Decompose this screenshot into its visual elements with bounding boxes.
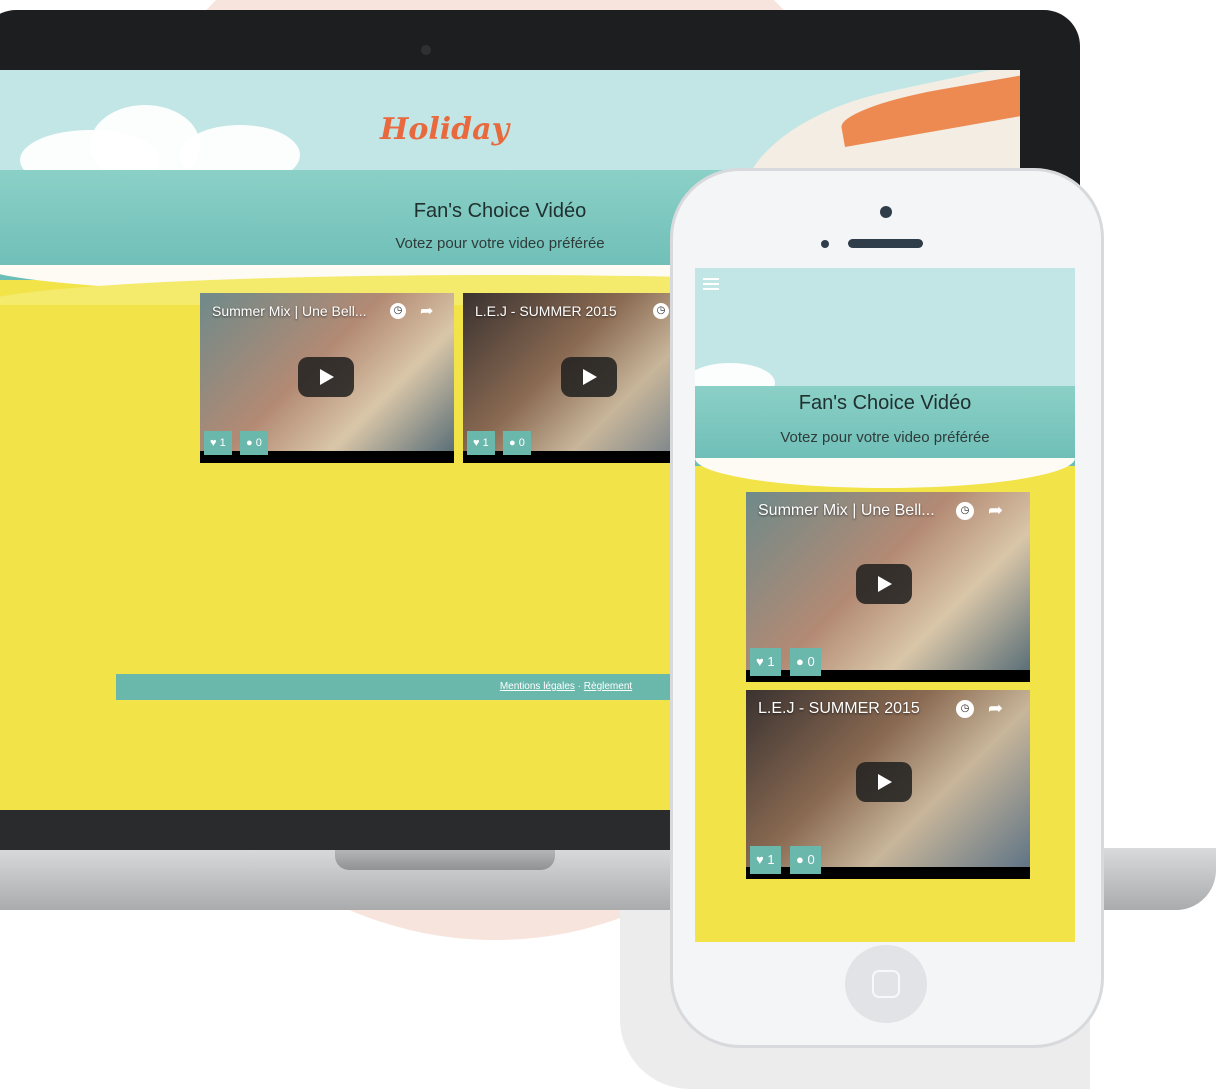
page-title: Fan's Choice Vidéo xyxy=(798,392,972,414)
comment-badge[interactable]: ● 0 xyxy=(790,846,821,874)
heart-icon: ♥ xyxy=(756,654,764,669)
play-button[interactable] xyxy=(856,762,912,802)
rules-link[interactable]: Règlement xyxy=(584,681,632,692)
laptop-camera xyxy=(421,45,431,55)
clock-icon[interactable]: ◷ xyxy=(956,502,974,520)
like-count: 1 xyxy=(767,654,775,669)
comment-icon: ● xyxy=(509,437,516,449)
mobile-page: Fan's Choice Vidéo Votez pour votre vide… xyxy=(695,268,1075,942)
share-icon[interactable]: ➦ xyxy=(988,698,1003,719)
comment-count: 0 xyxy=(255,437,262,449)
like-badge[interactable]: ♥ 1 xyxy=(750,846,781,874)
video-title[interactable]: Summer Mix | Une Bell... xyxy=(758,502,935,520)
menu-icon[interactable] xyxy=(703,278,719,290)
like-badge[interactable]: ♥ 1 xyxy=(467,431,495,455)
footer-separator: · xyxy=(577,681,582,692)
comment-badge[interactable]: ● 0 xyxy=(503,431,531,455)
play-button[interactable] xyxy=(856,564,912,604)
comment-icon: ● xyxy=(796,852,804,867)
legal-link[interactable]: Mentions légales xyxy=(500,681,575,692)
video-title[interactable]: L.E.J - SUMMER 2015 xyxy=(758,700,920,718)
video-card[interactable]: L.E.J - SUMMER 2015 ◷ ➦ ♥ 1 ● 0 xyxy=(746,690,1030,879)
clock-icon[interactable]: ◷ xyxy=(653,303,669,319)
comment-icon: ● xyxy=(246,437,253,449)
holiday-logo[interactable]: Holiday xyxy=(380,112,620,147)
video-title[interactable]: Summer Mix | Une Bell... xyxy=(212,303,367,319)
clock-icon[interactable]: ◷ xyxy=(390,303,406,319)
play-button[interactable] xyxy=(298,357,354,397)
comment-badge[interactable]: ● 0 xyxy=(790,648,821,676)
heart-icon: ♥ xyxy=(756,852,764,867)
comment-count: 0 xyxy=(518,437,525,449)
phone-speaker xyxy=(848,239,923,248)
like-badge[interactable]: ♥ 1 xyxy=(204,431,232,455)
comment-badge[interactable]: ● 0 xyxy=(240,431,268,455)
like-count: 1 xyxy=(219,437,226,449)
laptop-notch xyxy=(335,848,555,870)
heart-icon: ♥ xyxy=(473,437,480,449)
comment-icon: ● xyxy=(796,654,804,669)
like-count: 1 xyxy=(482,437,489,449)
phone-home-button[interactable] xyxy=(845,945,927,1023)
like-badge[interactable]: ♥ 1 xyxy=(750,648,781,676)
video-card[interactable]: Summer Mix | Une Bell... ◷ ➦ ♥ 1 ● 0 xyxy=(200,293,454,463)
share-icon[interactable]: ➦ xyxy=(420,301,433,320)
like-count: 1 xyxy=(767,852,775,867)
heart-icon: ♥ xyxy=(210,437,217,449)
comment-count: 0 xyxy=(807,852,815,867)
share-icon[interactable]: ➦ xyxy=(988,500,1003,521)
page-subtitle: Votez pour votre video préférée xyxy=(780,429,990,446)
play-button[interactable] xyxy=(561,357,617,397)
phone-camera xyxy=(880,206,892,218)
phone-sensor xyxy=(821,240,829,248)
video-card[interactable]: Summer Mix | Une Bell... ◷ ➦ ♥ 1 ● 0 xyxy=(746,492,1030,682)
wave-foam xyxy=(695,458,1075,488)
comment-count: 0 xyxy=(807,654,815,669)
video-title[interactable]: L.E.J - SUMMER 2015 xyxy=(475,303,617,319)
clock-icon[interactable]: ◷ xyxy=(956,700,974,718)
